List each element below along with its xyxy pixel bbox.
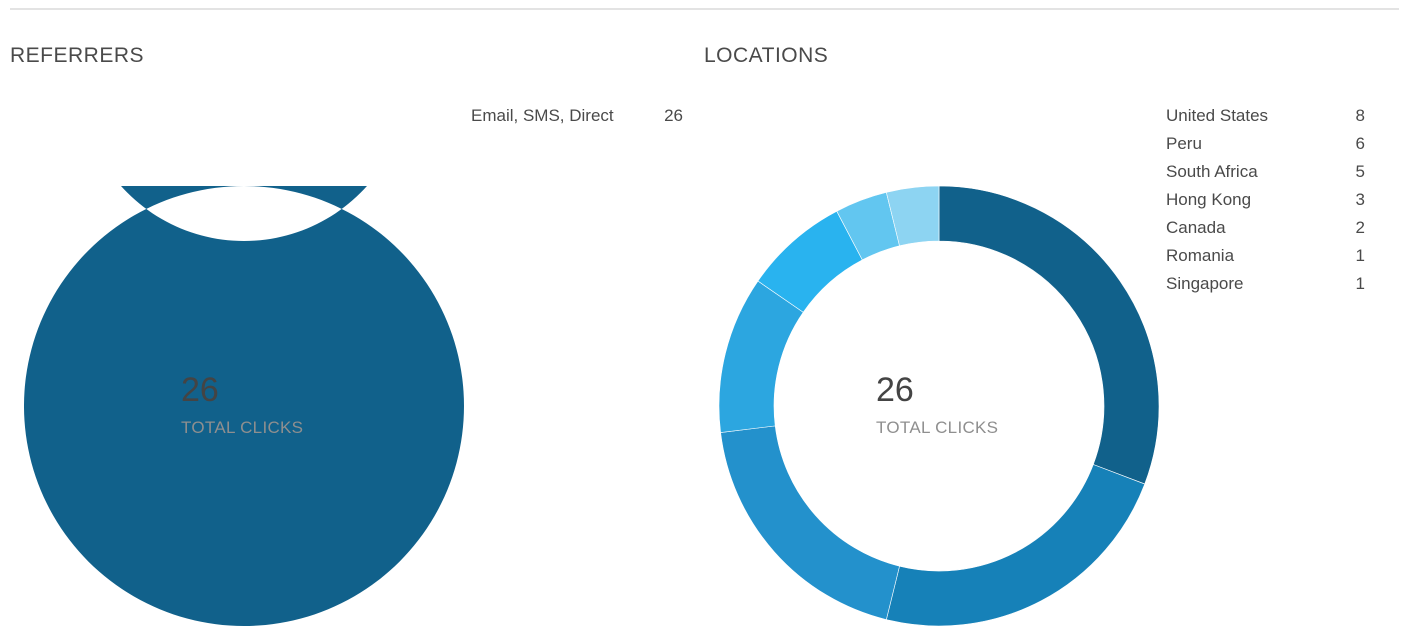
locations-title: LOCATIONS bbox=[704, 44, 829, 67]
total-clicks-label: TOTAL CLICKS bbox=[876, 418, 999, 437]
legend-label: Singapore bbox=[1166, 274, 1244, 293]
top-divider bbox=[10, 8, 1399, 10]
legend-item: Peru 6 bbox=[1166, 130, 1365, 158]
donut-segment-united-states bbox=[938, 186, 1159, 485]
donut-segment-peru bbox=[885, 464, 1146, 626]
legend-item: Canada 2 bbox=[1166, 214, 1365, 242]
legend-item: Singapore 1 bbox=[1166, 270, 1365, 298]
total-clicks-value: 26 bbox=[876, 371, 914, 409]
legend-value: 6 bbox=[1355, 134, 1365, 153]
legend-item: Hong Kong 3 bbox=[1166, 186, 1365, 214]
legend-item: Email, SMS, Direct 26 bbox=[471, 102, 683, 130]
legend-value: 1 bbox=[1355, 246, 1365, 265]
locations-center: 26 TOTAL CLICKS bbox=[876, 370, 998, 438]
referrers-center: 26 TOTAL CLICKS bbox=[181, 370, 303, 438]
legend-label: Hong Kong bbox=[1166, 190, 1252, 209]
legend-value: 1 bbox=[1355, 274, 1365, 293]
total-clicks-label: TOTAL CLICKS bbox=[181, 418, 304, 437]
referrers-title: REFERRERS bbox=[10, 44, 145, 67]
legend-label: Peru bbox=[1166, 134, 1202, 153]
legend-label: United States bbox=[1166, 106, 1269, 125]
legend-item: Romania 1 bbox=[1166, 242, 1365, 270]
legend-item: United States 8 bbox=[1166, 102, 1365, 130]
legend-label: Email, SMS, Direct bbox=[471, 106, 614, 125]
locations-legend: United States 8 Peru 6 South Africa 5 Hong Kon… bbox=[1166, 102, 1365, 298]
total-clicks-value: 26 bbox=[181, 371, 219, 409]
legend-value: 26 bbox=[664, 106, 683, 125]
referrers-legend: Email, SMS, Direct 26 bbox=[471, 102, 683, 130]
legend-label: South Africa bbox=[1166, 162, 1258, 181]
legend-value: 8 bbox=[1355, 106, 1365, 125]
legend-item: South Africa 5 bbox=[1166, 158, 1365, 186]
legend-value: 5 bbox=[1355, 162, 1365, 181]
legend-value: 3 bbox=[1355, 190, 1365, 209]
legend-label: Canada bbox=[1166, 218, 1226, 237]
donut-segment-south-africa bbox=[720, 425, 900, 620]
legend-label: Romania bbox=[1166, 246, 1235, 265]
legend-value: 2 bbox=[1355, 218, 1365, 237]
